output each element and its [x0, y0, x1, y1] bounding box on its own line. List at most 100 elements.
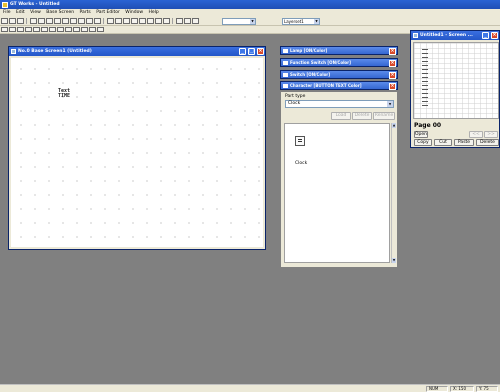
close-icon[interactable]: × [389, 47, 396, 55]
character-panel[interactable]: Character [BUTTON TEXT Color] × [280, 81, 398, 90]
grid-icon[interactable] [139, 18, 146, 24]
status-bar: NUM X: 150 Y: 75 [0, 384, 500, 392]
scroll-down-icon[interactable]: ▼ [392, 258, 396, 263]
menu-window[interactable]: Window [125, 10, 143, 15]
maximize-icon[interactable]: □ [248, 48, 255, 55]
screen-thumbnail-grid[interactable] [413, 42, 499, 119]
back-icon[interactable] [115, 18, 122, 24]
zoom-out-icon[interactable] [163, 18, 170, 24]
properties-icon[interactable] [184, 18, 191, 24]
save-icon[interactable] [17, 18, 24, 24]
menu-parts[interactable]: Parts [80, 10, 91, 15]
overview-title: Untitled1 - Screen ... [420, 33, 473, 38]
overview-titlebar[interactable]: Untitled1 - Screen ... _ × [411, 31, 499, 40]
status-y: Y: 75 [476, 386, 498, 392]
zoom-select[interactable]: ▼ [222, 18, 256, 25]
panel-icon [283, 49, 288, 53]
screen-icon [413, 33, 418, 38]
chevron-down-icon[interactable]: ▼ [250, 19, 255, 24]
parts-list[interactable]: Clock [284, 123, 390, 263]
function-switch-panel[interactable]: Function Switch [ON/Color] × [280, 58, 398, 67]
chevron-down-icon[interactable]: ▼ [314, 19, 319, 24]
status-num: NUM [426, 386, 448, 392]
rectangle-tool-icon[interactable] [33, 27, 40, 32]
open-icon[interactable] [9, 18, 16, 24]
scale-tool-icon[interactable] [81, 27, 88, 32]
main-toolbar: ▼ Layerset1 ▼ [0, 17, 500, 26]
copy-button[interactable]: Copy [414, 139, 432, 146]
prev-page-button[interactable]: << [469, 131, 483, 138]
image-tool-icon[interactable] [73, 27, 80, 32]
rotate-icon[interactable] [123, 18, 130, 24]
align-icon[interactable] [78, 18, 85, 24]
zoom-in-icon[interactable] [155, 18, 162, 24]
close-icon[interactable]: × [491, 32, 498, 39]
close-icon[interactable]: × [257, 48, 264, 55]
redo-icon[interactable] [70, 18, 77, 24]
arc-tool-icon[interactable] [57, 27, 64, 32]
cut-icon[interactable] [38, 18, 45, 24]
text-tool-icon[interactable] [9, 27, 16, 32]
polyline-tool-icon[interactable] [25, 27, 32, 32]
undo-icon[interactable] [62, 18, 69, 24]
switch-panel[interactable]: Switch [ON/Color] × [280, 70, 398, 79]
scroll-up-icon[interactable]: ▲ [392, 123, 396, 128]
paste-icon[interactable] [54, 18, 61, 24]
dimension-tool-icon[interactable] [97, 27, 104, 32]
clock-part[interactable]: Text TIME [58, 89, 79, 104]
parts-palette: Part type Clock ▼ Load Delete Rename Clo… [280, 91, 398, 268]
ellipse-tool-icon[interactable] [41, 27, 48, 32]
layer-select[interactable]: Layerset1 ▼ [282, 18, 320, 25]
delete-button[interactable]: Delete [352, 112, 372, 120]
new-icon[interactable] [1, 18, 8, 24]
library-icon[interactable] [176, 18, 183, 24]
snap-icon[interactable] [147, 18, 154, 24]
panel-icon [283, 84, 288, 88]
flip-icon[interactable] [131, 18, 138, 24]
select-arrow-icon[interactable] [1, 27, 8, 32]
minimize-icon[interactable]: _ [239, 48, 246, 55]
device-icon[interactable] [192, 18, 199, 24]
close-icon[interactable]: × [389, 59, 396, 67]
paste-button[interactable]: Paste [454, 139, 474, 146]
print-icon[interactable] [30, 18, 37, 24]
polygon-tool-icon[interactable] [49, 27, 56, 32]
close-icon[interactable]: × [389, 71, 396, 79]
base-screen-window[interactable]: No.0 Base Screen1 (Untitled) _ □ × Text … [8, 46, 266, 250]
rename-button[interactable]: Rename [373, 112, 395, 120]
part-tool-icon[interactable] [89, 27, 96, 32]
next-page-button[interactable]: >> [484, 131, 498, 138]
menu-view[interactable]: View [30, 10, 41, 15]
close-icon[interactable]: × [389, 82, 396, 90]
screen-overview-window[interactable]: Untitled1 - Screen ... _ × Page 00 Open … [410, 30, 500, 148]
screen-canvas[interactable]: Text TIME [11, 58, 263, 247]
chevron-down-icon[interactable]: ▼ [387, 101, 393, 107]
part-type-label: Part type [285, 94, 306, 99]
open-button[interactable]: Open [414, 131, 428, 138]
part-type-value: Clock [288, 101, 301, 106]
load-button[interactable]: Load [331, 112, 351, 120]
minimize-icon[interactable]: _ [482, 32, 489, 39]
part-type-select[interactable]: Clock ▼ [285, 100, 394, 108]
ungroup-icon[interactable] [94, 18, 101, 24]
lamp-panel[interactable]: Lamp [ON/Color] × [280, 46, 398, 55]
lamp-panel-title: Lamp [ON/Color] [290, 48, 328, 53]
front-icon[interactable] [107, 18, 114, 24]
line-tool-icon[interactable] [17, 27, 24, 32]
page-label: Page 00 [414, 122, 442, 129]
copy-icon[interactable] [46, 18, 53, 24]
clock-part-icon[interactable] [295, 136, 305, 146]
delete-page-button[interactable]: Delete [476, 139, 499, 146]
parts-scrollbar[interactable]: ▲ ▼ [391, 123, 396, 263]
switch-panel-title: Switch [ON/Color] [290, 72, 331, 77]
fill-tool-icon[interactable] [65, 27, 72, 32]
cut-button[interactable]: Cut [434, 139, 452, 146]
menu-file[interactable]: File [3, 10, 11, 15]
menu-base-screen[interactable]: Base Screen [46, 10, 74, 15]
group-icon[interactable] [86, 18, 93, 24]
menu-edit[interactable]: Edit [16, 10, 25, 15]
menu-part-editor[interactable]: Part Editor [96, 10, 120, 15]
toolbar-divider [172, 18, 173, 24]
base-screen-titlebar[interactable]: No.0 Base Screen1 (Untitled) _ □ × [9, 47, 265, 56]
menu-help[interactable]: Help [148, 10, 158, 15]
